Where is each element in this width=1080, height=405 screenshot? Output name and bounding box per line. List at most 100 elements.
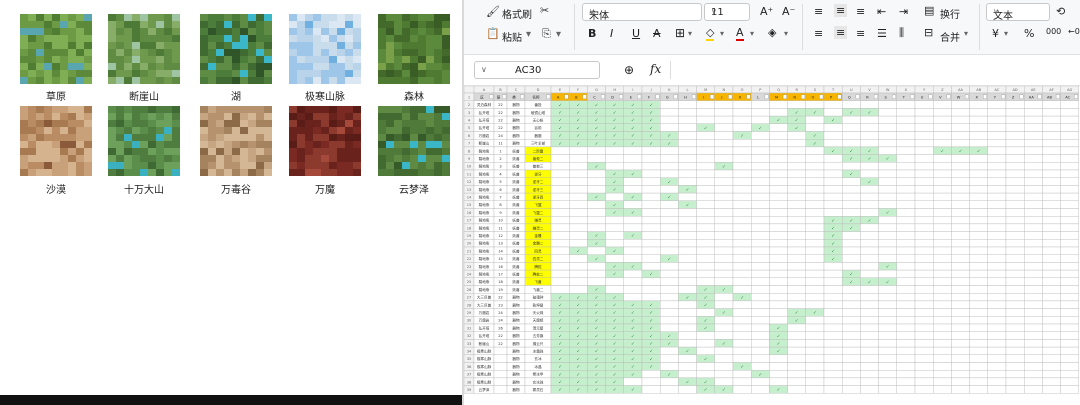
table-cell[interactable] <box>896 354 916 363</box>
table-cell[interactable] <box>732 139 752 148</box>
table-cell[interactable] <box>1060 192 1079 201</box>
table-cell[interactable] <box>732 108 752 117</box>
table-cell[interactable] <box>860 139 879 148</box>
table-cell[interactable] <box>587 262 606 271</box>
table-cell[interactable] <box>842 139 861 148</box>
currency-icon[interactable]: ¥ <box>992 27 999 40</box>
table-cell[interactable] <box>623 246 643 255</box>
table-cell[interactable] <box>1024 154 1043 163</box>
table-cell[interactable] <box>987 208 1007 217</box>
table-cell[interactable] <box>805 192 825 201</box>
table-cell[interactable] <box>493 385 508 394</box>
table-cell[interactable] <box>659 269 679 279</box>
table-cell[interactable] <box>751 169 770 178</box>
table-cell[interactable] <box>914 308 934 317</box>
table-cell[interactable] <box>678 123 697 132</box>
table-cell[interactable] <box>878 162 898 171</box>
table-cell[interactable] <box>951 254 970 263</box>
table-cell[interactable] <box>550 223 570 232</box>
table-cell[interactable] <box>550 239 570 248</box>
table-cell[interactable] <box>787 331 807 340</box>
table-cell[interactable] <box>714 208 734 217</box>
table-cell[interactable] <box>805 177 825 186</box>
table-cell[interactable] <box>623 285 643 294</box>
map-thumbnail-label[interactable]: 森林 <box>369 88 459 103</box>
table-cell[interactable] <box>1005 277 1025 286</box>
table-cell[interactable] <box>769 377 788 386</box>
table-cell[interactable] <box>987 316 1007 325</box>
table-cell[interactable] <box>969 269 989 279</box>
table-cell[interactable] <box>550 254 570 263</box>
table-cell[interactable] <box>787 262 807 271</box>
table-cell[interactable] <box>1042 370 1061 379</box>
table-cell[interactable] <box>1005 316 1025 325</box>
table-cell[interactable] <box>1042 162 1061 171</box>
table-cell[interactable] <box>732 377 752 386</box>
table-cell[interactable] <box>678 269 697 279</box>
table-cell[interactable] <box>1005 269 1025 279</box>
table-cell[interactable] <box>714 277 734 286</box>
table-cell[interactable] <box>987 300 1007 309</box>
table-cell[interactable] <box>823 362 843 371</box>
table-cell[interactable] <box>659 215 679 225</box>
table-cell[interactable] <box>678 177 697 186</box>
table-cell[interactable] <box>1042 339 1061 348</box>
table-cell[interactable] <box>805 162 825 171</box>
spreadsheet-grid[interactable]: A B C D E F G H I J K L M N O P Q R S T U V W X Y Z AA AB AC AD AE AF AG… <box>464 86 1080 405</box>
table-cell[interactable] <box>732 385 752 394</box>
table-cell[interactable] <box>969 323 989 332</box>
table-cell[interactable] <box>878 231 898 240</box>
table-cell[interactable] <box>550 208 570 217</box>
number-format-select[interactable]: 文本 ∨ <box>986 3 1050 22</box>
table-cell[interactable] <box>787 154 807 163</box>
table-cell[interactable] <box>751 323 770 332</box>
table-cell[interactable] <box>769 146 788 155</box>
table-cell[interactable] <box>769 231 788 240</box>
table-cell[interactable] <box>896 146 916 155</box>
table-cell[interactable] <box>842 377 861 386</box>
table-cell[interactable] <box>696 177 716 186</box>
table-cell[interactable] <box>805 100 825 109</box>
table-cell[interactable] <box>914 131 934 140</box>
table-cell[interactable] <box>969 139 989 148</box>
table-cell[interactable] <box>896 162 916 171</box>
table-cell[interactable] <box>769 285 788 294</box>
table-cell[interactable] <box>805 185 825 194</box>
table-cell[interactable] <box>969 115 989 125</box>
table-cell[interactable] <box>714 223 734 232</box>
table-cell[interactable] <box>823 277 843 286</box>
table-cell[interactable] <box>714 192 734 201</box>
table-cell[interactable] <box>714 108 734 117</box>
table-cell[interactable] <box>914 115 934 125</box>
table-cell[interactable] <box>1005 215 1025 225</box>
table-cell[interactable] <box>696 246 716 255</box>
table-cell[interactable] <box>914 277 934 286</box>
table-cell[interactable] <box>732 254 752 263</box>
map-thumbnail[interactable] <box>289 14 361 84</box>
table-cell[interactable] <box>914 108 934 117</box>
table-cell[interactable] <box>1024 323 1043 332</box>
table-cell[interactable] <box>987 146 1007 155</box>
table-cell[interactable] <box>1060 339 1079 348</box>
table-cell[interactable] <box>769 308 788 317</box>
table-cell[interactable] <box>987 200 1007 209</box>
table-cell[interactable] <box>914 223 934 232</box>
table-cell[interactable] <box>896 177 916 186</box>
table-cell[interactable] <box>1005 308 1025 317</box>
table-cell[interactable] <box>714 154 734 163</box>
table-cell[interactable] <box>987 362 1007 371</box>
table-cell[interactable] <box>933 185 952 194</box>
table-cell[interactable] <box>987 115 1007 125</box>
table-cell[interactable] <box>769 100 788 109</box>
table-cell[interactable] <box>751 154 770 163</box>
table-cell[interactable] <box>641 208 661 217</box>
currency-dropdown-icon[interactable]: ▾ <box>1004 29 1008 38</box>
table-cell[interactable] <box>805 154 825 163</box>
table-cell[interactable] <box>914 139 934 148</box>
table-cell[interactable] <box>787 292 807 302</box>
table-cell[interactable] <box>678 385 697 394</box>
select-all-corner[interactable] <box>464 86 475 94</box>
table-cell[interactable] <box>1005 346 1025 356</box>
table-cell[interactable] <box>769 254 788 263</box>
table-cell[interactable] <box>587 200 606 209</box>
